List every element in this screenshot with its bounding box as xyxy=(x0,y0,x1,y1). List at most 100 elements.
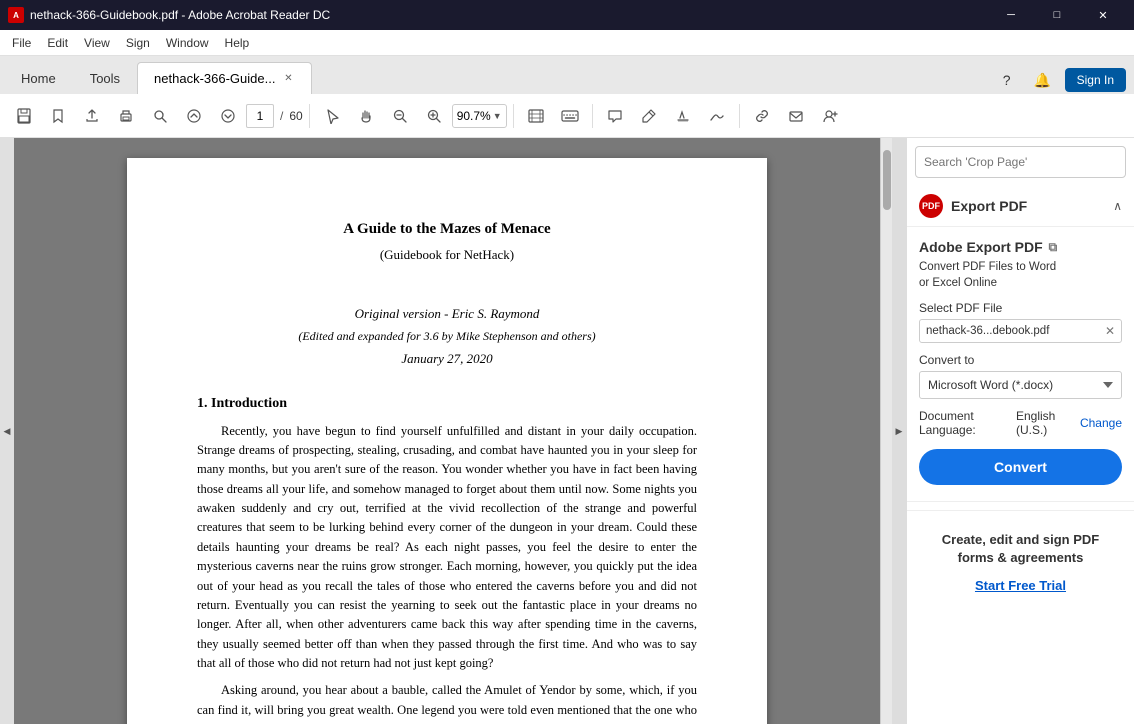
convert-button[interactable]: Convert xyxy=(919,449,1122,485)
pdf-paragraph-2: Asking around, you hear about a bauble, … xyxy=(197,681,697,724)
close-button[interactable]: ✕ xyxy=(1080,0,1126,30)
tab-tools-label: Tools xyxy=(90,71,120,86)
tab-close-button[interactable]: ✕ xyxy=(281,72,295,86)
pdf-editor: (Edited and expanded for 3.6 by Mike Ste… xyxy=(197,327,697,345)
menu-edit[interactable]: Edit xyxy=(39,32,76,54)
menu-view[interactable]: View xyxy=(76,32,118,54)
hand-icon xyxy=(358,108,374,124)
pdf-author: Original version - Eric S. Raymond xyxy=(197,304,697,324)
search-icon xyxy=(152,108,168,124)
export-pdf-header[interactable]: PDF Export PDF ∧ xyxy=(907,186,1134,227)
left-collapse-arrow[interactable]: ◀ xyxy=(0,138,14,724)
right-collapse-arrow[interactable]: ▶ xyxy=(892,138,906,724)
titlebar: A nethack-366-Guidebook.pdf - Adobe Acro… xyxy=(0,0,1134,30)
separator-1 xyxy=(309,104,310,128)
link-icon xyxy=(754,108,770,124)
title-left: A nethack-366-Guidebook.pdf - Adobe Acro… xyxy=(8,7,330,23)
bottom-title: Create, edit and sign PDF forms & agreem… xyxy=(919,531,1122,567)
tab-document[interactable]: nethack-366-Guide... ✕ xyxy=(137,62,312,94)
sign-icon xyxy=(709,108,725,124)
add-user-icon xyxy=(822,108,838,124)
menu-file[interactable]: File xyxy=(4,32,39,54)
language-row: Document Language: English (U.S.) Change xyxy=(919,409,1122,437)
prev-page-button[interactable] xyxy=(178,100,210,132)
bookmark-button[interactable] xyxy=(42,100,74,132)
menu-window[interactable]: Window xyxy=(158,32,217,54)
pen-icon xyxy=(641,108,657,124)
pdf-scroll[interactable]: A Guide to the Mazes of Menace (Guideboo… xyxy=(14,138,880,724)
zoom-out-button[interactable] xyxy=(384,100,416,132)
copy-icon[interactable]: ⧉ xyxy=(1049,240,1058,255)
menu-sign[interactable]: Sign xyxy=(118,32,158,54)
search-input[interactable] xyxy=(915,146,1126,178)
comment-button[interactable] xyxy=(599,100,631,132)
pdf-area: A Guide to the Mazes of Menace (Guideboo… xyxy=(14,138,880,724)
export-pdf-icon: PDF xyxy=(919,194,943,218)
sign-in-button[interactable]: Sign In xyxy=(1065,68,1126,92)
restore-button[interactable]: □ xyxy=(1034,0,1080,30)
highlight-button[interactable] xyxy=(667,100,699,132)
adobe-export-title: Adobe Export PDF ⧉ xyxy=(919,239,1122,255)
email-icon xyxy=(788,108,804,124)
bookmark-icon xyxy=(50,108,66,124)
pen-button[interactable] xyxy=(633,100,665,132)
upload-button[interactable] xyxy=(76,100,108,132)
export-icon-label: PDF xyxy=(922,201,940,211)
convert-to-select[interactable]: Microsoft Word (*.docx)Microsoft Excel (… xyxy=(919,371,1122,399)
fit-page-button[interactable] xyxy=(520,100,552,132)
arrow-up-icon xyxy=(186,108,202,124)
app-icon-label: A xyxy=(13,11,19,20)
search-button[interactable] xyxy=(144,100,176,132)
keyboard-button[interactable] xyxy=(554,100,586,132)
vertical-scrollbar[interactable] xyxy=(880,138,892,724)
arrow-down-icon xyxy=(220,108,236,124)
page-number-input[interactable] xyxy=(246,104,274,128)
section-title-row: PDF Export PDF xyxy=(919,194,1027,218)
zoom-in-icon xyxy=(426,108,442,124)
remove-file-button[interactable]: ✕ xyxy=(1105,324,1115,338)
save-button[interactable] xyxy=(8,100,40,132)
comment-icon xyxy=(607,108,623,124)
fit-page-icon xyxy=(527,108,545,124)
zoom-selector[interactable]: 90.7% ▼ xyxy=(452,104,507,128)
window-title: nethack-366-Guidebook.pdf - Adobe Acroba… xyxy=(30,8,330,22)
main-area: ◀ A Guide to the Mazes of Menace (Guideb… xyxy=(0,138,1134,724)
language-value: English (U.S.) xyxy=(1016,409,1076,437)
link-button[interactable] xyxy=(746,100,778,132)
notifications-button[interactable]: 🔔 xyxy=(1029,66,1057,94)
file-field: nethack-36...debook.pdf ✕ xyxy=(919,319,1122,343)
tab-document-label: nethack-366-Guide... xyxy=(154,71,275,86)
page-separator: / xyxy=(276,109,287,123)
bottom-section: Create, edit and sign PDF forms & agreem… xyxy=(907,519,1134,604)
zoom-in-button[interactable] xyxy=(418,100,450,132)
minimize-button[interactable]: ─ xyxy=(988,0,1034,30)
page-navigation: / 60 xyxy=(246,104,303,128)
keyboard-icon xyxy=(561,109,579,123)
print-button[interactable] xyxy=(110,100,142,132)
pdf-paragraph-1: Recently, you have begun to find yoursel… xyxy=(197,422,697,674)
menu-help[interactable]: Help xyxy=(217,32,258,54)
pdf-subtitle: (Guidebook for NetHack) xyxy=(197,245,697,265)
help-button[interactable]: ? xyxy=(993,66,1021,94)
change-language-link[interactable]: Change xyxy=(1080,416,1122,430)
next-page-button[interactable] xyxy=(212,100,244,132)
zoom-out-icon xyxy=(392,108,408,124)
chevron-up-icon: ∧ xyxy=(1113,199,1122,213)
sign-button[interactable] xyxy=(701,100,733,132)
free-trial-button[interactable]: Start Free Trial xyxy=(919,578,1122,593)
pdf-section-title: 1. Introduction xyxy=(197,393,697,414)
adobe-desc: Convert PDF Files to Word or Excel Onlin… xyxy=(919,259,1122,291)
tab-home[interactable]: Home xyxy=(4,62,73,94)
tabbar-right: ? 🔔 Sign In xyxy=(993,66,1134,94)
email-button[interactable] xyxy=(780,100,812,132)
search-box xyxy=(915,146,1126,178)
pdf-date: January 27, 2020 xyxy=(197,349,697,369)
select-tool-button[interactable] xyxy=(316,100,348,132)
right-panel: PDF Export PDF ∧ Adobe Export PDF ⧉ Conv… xyxy=(906,138,1134,724)
hand-tool-button[interactable] xyxy=(350,100,382,132)
scrollbar-thumb[interactable] xyxy=(883,150,891,210)
add-user-button[interactable] xyxy=(814,100,846,132)
tab-home-label: Home xyxy=(21,71,56,86)
help-icon: ? xyxy=(1003,72,1011,88)
tab-tools[interactable]: Tools xyxy=(73,62,137,94)
